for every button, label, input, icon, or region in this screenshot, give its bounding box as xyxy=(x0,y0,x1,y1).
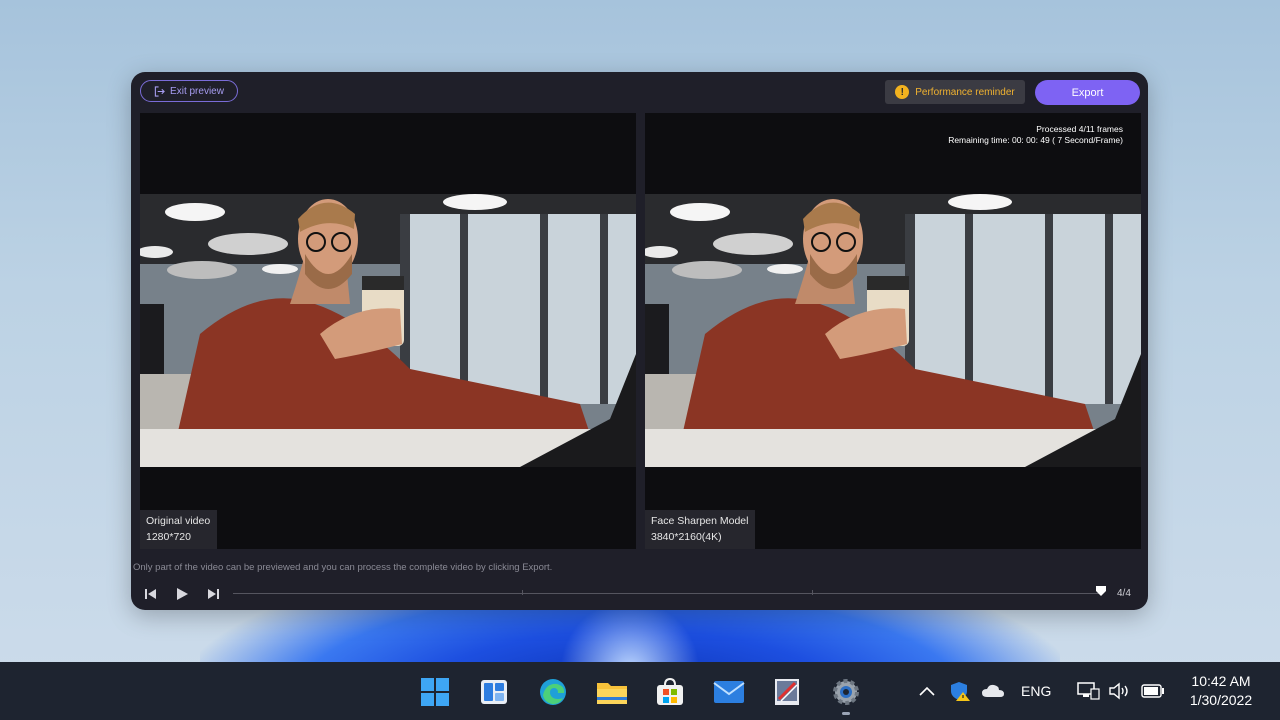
taskbar: ENG 10:42 AM 1/30/2022 xyxy=(0,662,1280,720)
edge-icon[interactable] xyxy=(537,676,569,708)
enhanced-video-panel: Processed 4/11 frames Remaining time: 00… xyxy=(645,113,1141,549)
mail-icon[interactable] xyxy=(713,676,745,708)
playhead-icon xyxy=(1096,586,1106,596)
photo-app-icon[interactable] xyxy=(771,676,803,708)
previous-frame-button[interactable] xyxy=(143,586,159,602)
store-icon[interactable] xyxy=(654,676,686,708)
video-frame-image xyxy=(140,194,636,467)
preview-hint-text: Only part of the video can be previewed … xyxy=(133,562,553,573)
next-frame-button[interactable] xyxy=(205,586,221,602)
clock-date: 1/30/2022 xyxy=(1189,692,1253,708)
windows-start-icon[interactable] xyxy=(419,676,451,708)
network-icon[interactable] xyxy=(1076,662,1100,720)
enhanced-video-frame xyxy=(645,194,1141,467)
enhanced-resolution: 3840*2160(4K) xyxy=(651,531,722,543)
original-video-caption: Original video 1280*720 xyxy=(140,510,218,549)
timeline-track[interactable] xyxy=(233,593,1103,594)
show-hidden-icons-button[interactable] xyxy=(918,662,936,720)
export-button[interactable]: Export xyxy=(1035,80,1140,105)
clock-time: 10:42 AM xyxy=(1191,673,1251,689)
original-video-frame xyxy=(140,194,636,467)
processed-frames-text: Processed 4/11 frames xyxy=(1036,124,1123,134)
play-icon xyxy=(177,588,188,600)
previous-frame-icon xyxy=(145,589,156,599)
timeline-playhead[interactable] xyxy=(1095,584,1107,596)
performance-reminder-label: Performance reminder xyxy=(915,86,1015,98)
video-frame-image xyxy=(645,194,1141,467)
model-name: Face Sharpen Model xyxy=(651,515,749,527)
original-video-panel: Original video 1280*720 xyxy=(140,113,636,549)
settings-icon[interactable] xyxy=(830,676,862,708)
exit-preview-button[interactable]: Exit preview xyxy=(140,80,238,102)
language-indicator[interactable]: ENG xyxy=(1021,662,1051,720)
playback-controls: 4/4 xyxy=(131,579,1148,609)
next-frame-icon xyxy=(208,589,219,599)
timeline-tick xyxy=(812,590,813,595)
timeline-tick xyxy=(522,590,523,595)
exit-icon xyxy=(154,85,165,97)
preview-window: Exit preview ! Performance reminder Expo… xyxy=(131,72,1148,610)
remaining-time-text: Remaining time: 00: 00: 49 ( 7 Second/Fr… xyxy=(948,135,1123,145)
file-explorer-icon[interactable] xyxy=(596,676,628,708)
top-bar: Exit preview ! Performance reminder Expo… xyxy=(131,72,1148,112)
battery-icon[interactable] xyxy=(1141,662,1165,720)
system-clock[interactable]: 10:42 AM 1/30/2022 xyxy=(1176,672,1266,710)
frame-page-count: 4/4 xyxy=(1117,588,1131,599)
wallpaper-highlight xyxy=(560,600,700,670)
original-video-title: Original video xyxy=(146,515,211,527)
performance-reminder-button[interactable]: ! Performance reminder xyxy=(885,80,1025,104)
warning-icon: ! xyxy=(895,85,910,99)
original-video-resolution: 1280*720 xyxy=(146,531,191,543)
security-icon[interactable] xyxy=(949,662,971,720)
play-button[interactable] xyxy=(174,586,190,602)
widgets-icon[interactable] xyxy=(478,676,510,708)
chevron-up-icon xyxy=(919,686,935,696)
enhanced-video-caption: Face Sharpen Model 3840*2160(4K) xyxy=(645,510,756,549)
processing-progress: Processed 4/11 frames Remaining time: 00… xyxy=(948,124,1123,146)
active-app-indicator xyxy=(842,712,850,715)
volume-icon[interactable] xyxy=(1108,662,1130,720)
onedrive-icon[interactable] xyxy=(981,662,1005,720)
exit-preview-label: Exit preview xyxy=(170,85,224,97)
